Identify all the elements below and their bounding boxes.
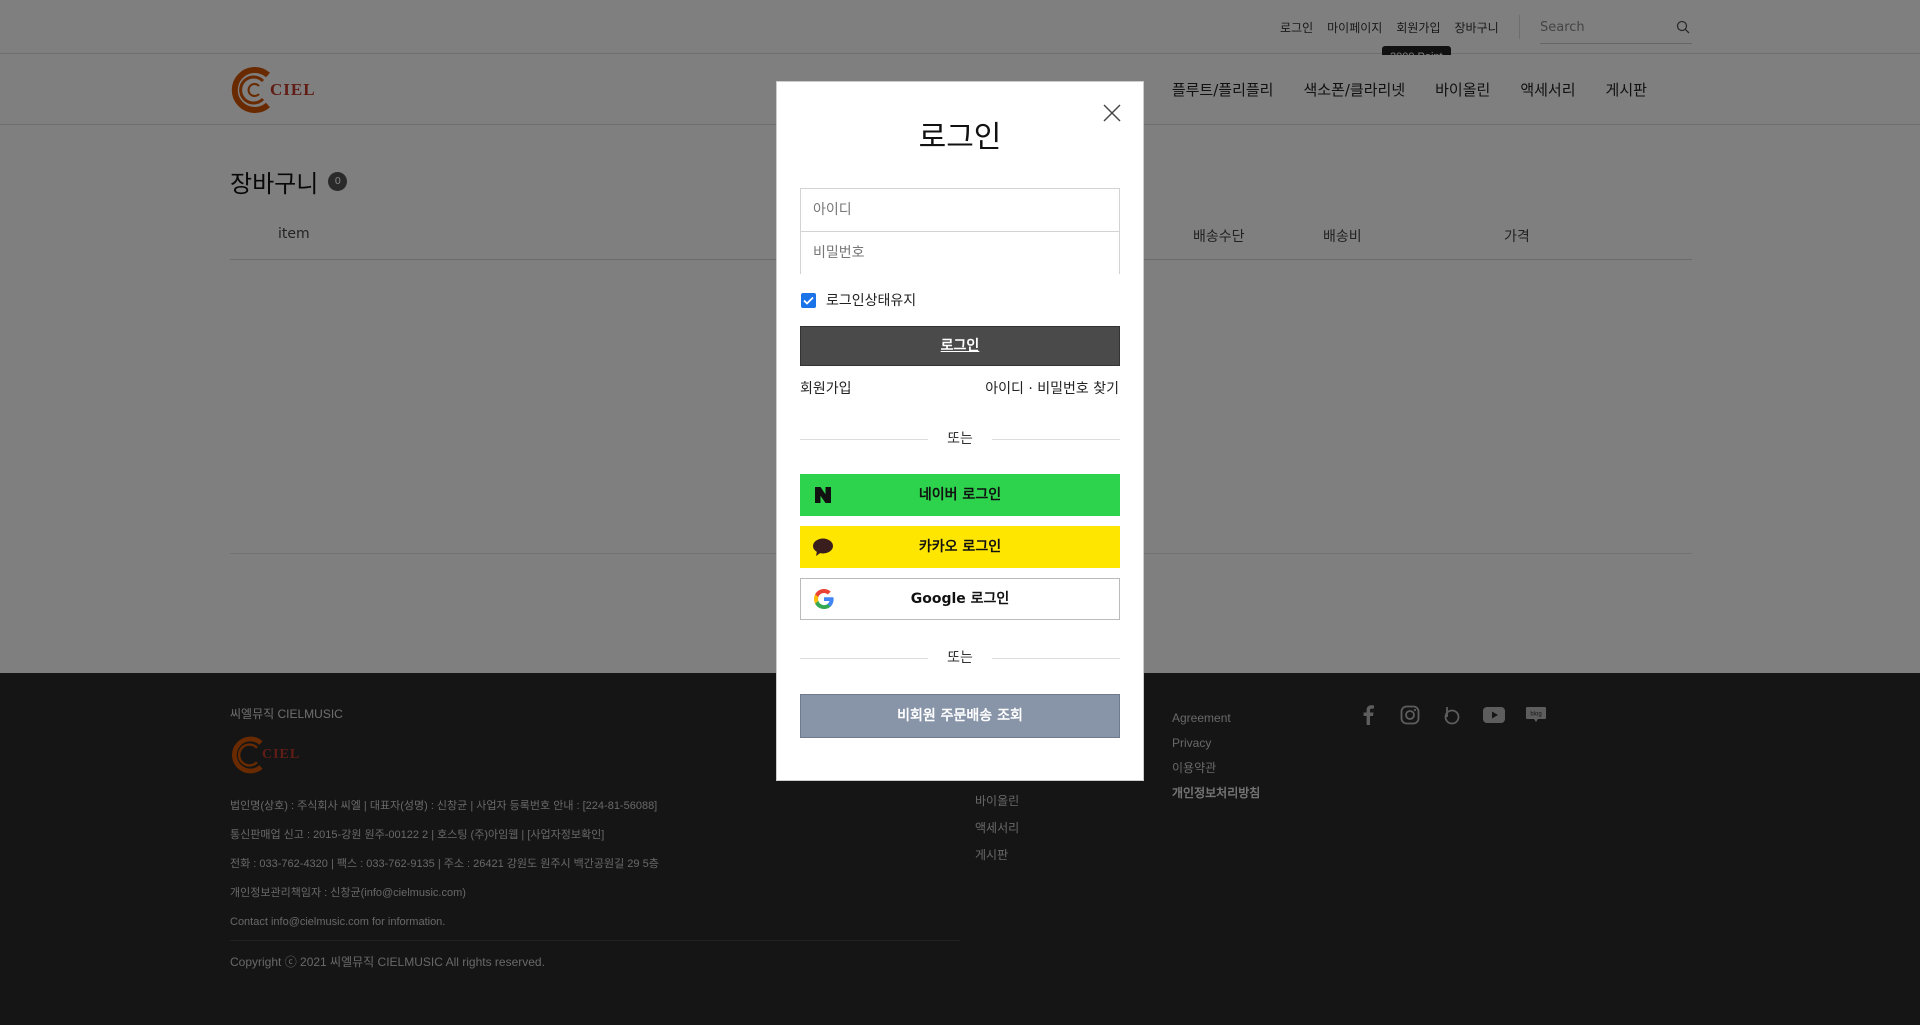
divider-line bbox=[992, 658, 1120, 659]
or-divider: 또는 bbox=[800, 648, 1120, 668]
kakao-icon bbox=[812, 536, 834, 558]
or-divider: 또는 bbox=[800, 429, 1120, 449]
naver-login-label: 네이버 로그인 bbox=[918, 487, 1002, 503]
kakao-login-button[interactable]: 카카오 로그인 bbox=[800, 526, 1120, 568]
password-input[interactable] bbox=[801, 232, 1119, 274]
divider-line bbox=[992, 439, 1120, 440]
google-login-label: Google 로그인 bbox=[910, 591, 1010, 607]
naver-icon bbox=[812, 484, 834, 506]
keep-login-checkbox[interactable] bbox=[801, 292, 816, 308]
login-modal: 로그인 로그인상태유지 로그인 회원가입 아이디 · 비밀번호 찾기 또는 네이… bbox=[776, 81, 1144, 781]
google-login-button[interactable]: Google 로그인 bbox=[800, 578, 1120, 620]
checkmark-icon bbox=[803, 296, 814, 305]
login-button[interactable]: 로그인 bbox=[800, 326, 1120, 366]
keep-login-label[interactable]: 로그인상태유지 bbox=[826, 290, 916, 310]
id-input[interactable] bbox=[801, 189, 1119, 231]
find-id-password-link[interactable]: 아이디 · 비밀번호 찾기 bbox=[985, 378, 1119, 398]
naver-login-button[interactable]: 네이버 로그인 bbox=[800, 474, 1120, 516]
google-icon bbox=[813, 588, 835, 610]
kakao-login-label: 카카오 로그인 bbox=[918, 539, 1002, 555]
close-icon[interactable] bbox=[1101, 102, 1123, 124]
modal-title: 로그인 bbox=[918, 120, 1002, 155]
guest-order-lookup-button[interactable]: 비회원 주문배송 조회 bbox=[800, 694, 1120, 738]
join-link[interactable]: 회원가입 bbox=[800, 378, 852, 398]
login-form bbox=[800, 188, 1120, 274]
keep-login-row: 로그인상태유지 bbox=[801, 290, 916, 310]
